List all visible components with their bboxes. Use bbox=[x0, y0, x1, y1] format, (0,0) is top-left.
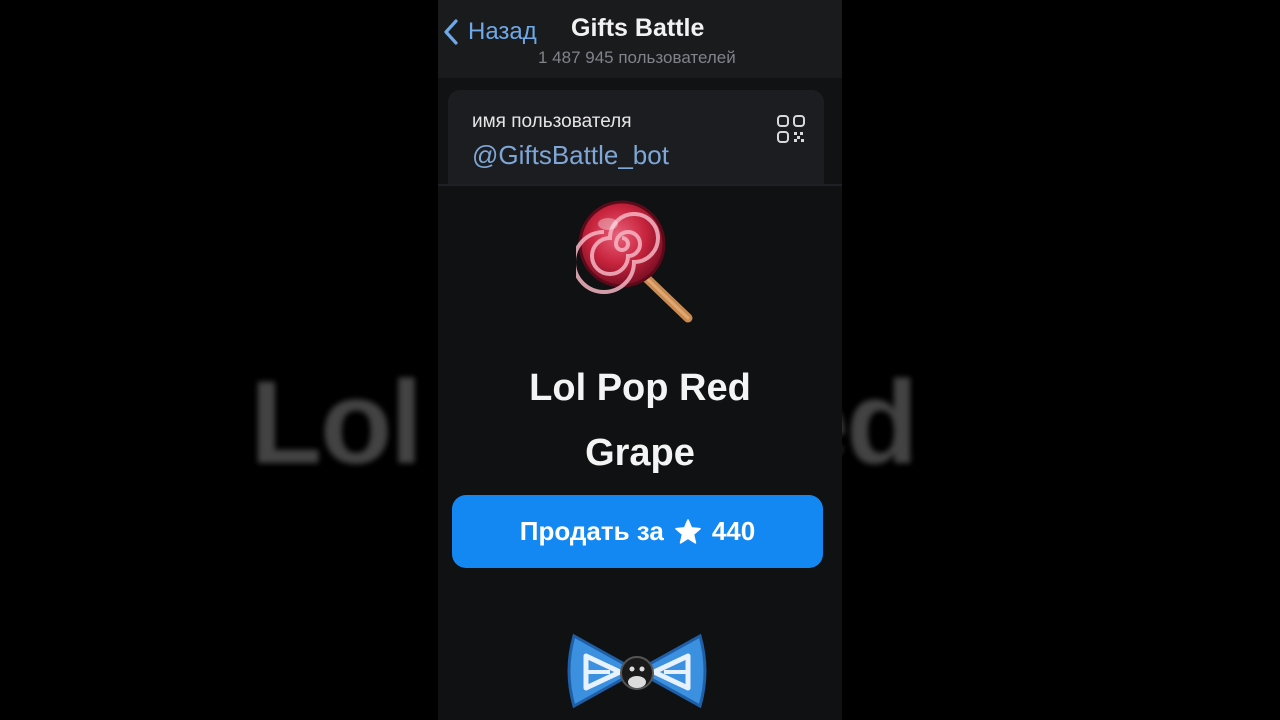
gift-title-line1: Lol Pop Red bbox=[529, 367, 751, 409]
star-icon bbox=[675, 518, 701, 544]
background-dim-left bbox=[0, 0, 438, 720]
lollipop-icon bbox=[576, 200, 693, 323]
chat-header: Назад Gifts Battle 1 487 945 пользовател… bbox=[438, 0, 842, 78]
background-dim-right bbox=[842, 0, 1280, 720]
gift-title-line2: Grape bbox=[585, 432, 695, 474]
back-label: Назад bbox=[468, 18, 537, 45]
chat-title: Gifts Battle bbox=[571, 14, 705, 42]
username-link[interactable]: @GiftsBattle_bot bbox=[472, 140, 669, 171]
back-button[interactable]: Назад bbox=[438, 14, 537, 50]
sell-label: Продать за bbox=[519, 516, 664, 546]
phone-screen: Назад Gifts Battle 1 487 945 пользовател… bbox=[438, 0, 842, 720]
sell-price: 440 bbox=[711, 516, 756, 546]
username-label: имя пользователя bbox=[472, 111, 632, 132]
sell-button[interactable]: Продать за 440 bbox=[452, 495, 823, 568]
gift-panel: Lol Pop Red Grape Продать за 440 bbox=[438, 184, 842, 720]
gift-title: Lol Pop Red Grape bbox=[438, 356, 842, 486]
member-count: 1 487 945 пользователей bbox=[538, 48, 736, 67]
bow-tie-icon bbox=[567, 633, 707, 709]
chevron-left-icon bbox=[444, 19, 458, 45]
qr-code-icon[interactable] bbox=[776, 114, 806, 144]
